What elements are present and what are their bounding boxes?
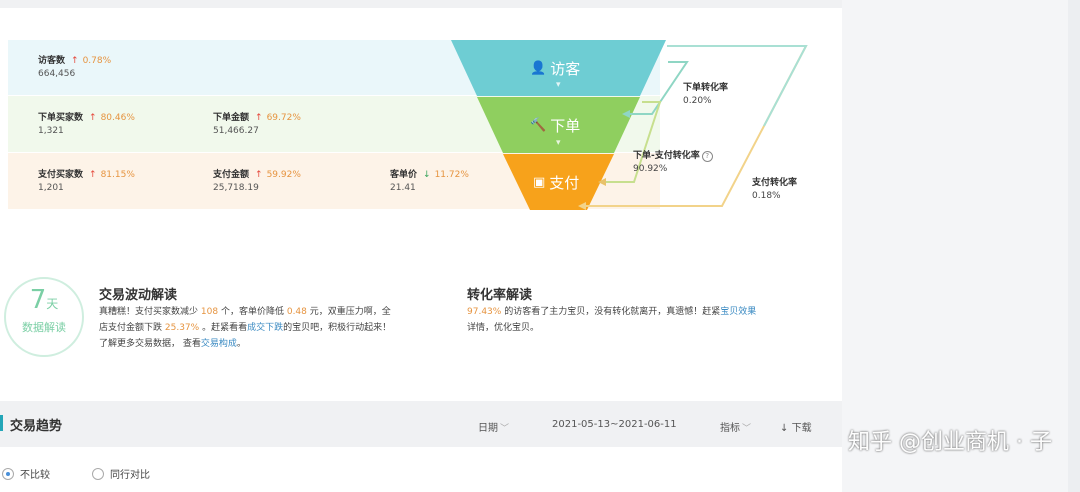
pay-rate-value: 0.18% [752, 191, 781, 201]
download-icon: ↓ [780, 423, 789, 434]
trend-accent-bar [0, 415, 3, 431]
trend-title: 交易趋势 [10, 419, 63, 434]
scrollbar-track[interactable] [1068, 0, 1080, 492]
radio-unchecked-icon [92, 467, 104, 480]
badge-number: 7天 [29, 285, 59, 315]
order-pay-rate-value: 90.92% [633, 164, 668, 174]
radio-checked-icon [2, 467, 14, 480]
trade-analysis-title: 交易波动解读 [99, 288, 178, 303]
hammer-icon: 🔨 [530, 118, 547, 133]
download-button[interactable]: ↓ 下载 [780, 419, 812, 434]
pay-conversion: 支付转化率 0.18% [752, 177, 797, 203]
visitor-view-pct: 97.43% [467, 307, 502, 317]
help-icon[interactable]: ? [701, 151, 713, 162]
funnel-stage-visitor: 👤 访客 [530, 60, 581, 78]
conversion-analysis-title: 转化率解读 [467, 288, 533, 303]
trade-analysis-text: 真糟糕！支付买家数减少 108 个，客单价降低 0.48 元，双重压力啊，全 店… [99, 307, 392, 349]
radio-peer-compare[interactable]: 同行对比 [92, 466, 150, 481]
pay-rate-label: 支付转化率 [752, 178, 798, 188]
order-rate-label: 下单转化率 [683, 83, 729, 93]
seven-day-badge: 7天 数据解读 [4, 277, 84, 357]
order-conversion: 下单转化率 0.20% [683, 82, 728, 108]
order-pay-conversion: 下单-支付转化率? 90.92% [633, 150, 713, 176]
user-icon: 👤 [530, 61, 547, 76]
buyers-drop-value: 108 [200, 307, 219, 317]
date-dropdown[interactable]: 日期 ﹀ [478, 419, 509, 434]
trend-header [0, 401, 842, 447]
chevron-down-icon: ▾ [556, 138, 561, 148]
item-effect-link[interactable]: 宝贝效果 [720, 307, 756, 317]
order-pay-rate-label: 下单-支付转化率 [633, 151, 700, 161]
order-rate-value: 0.20% [683, 96, 712, 106]
watermark: 知乎 @创业商机 · 子 [848, 430, 1052, 455]
decline-items-link[interactable]: 成交下跌 [247, 323, 283, 333]
card-icon: ▣ [533, 175, 546, 190]
chevron-down-icon: ﹀ [742, 424, 752, 434]
funnel-stage-pay: ▣ 支付 [533, 174, 580, 192]
chevron-down-icon: ﹀ [500, 424, 510, 434]
metric-dropdown[interactable]: 指标 ﹀ [720, 419, 751, 434]
right-background [842, 0, 1080, 492]
funnel-graphic [451, 40, 808, 210]
radio-no-compare[interactable]: 不比较 [2, 466, 50, 481]
funnel-stage-order: 🔨 下单 [530, 117, 581, 135]
conversion-analysis-text: 97.43% 的访客看了主力宝贝，没有转化就离开，真遗憾！赶紧宝贝效果 详情，优… [467, 307, 757, 333]
chevron-down-icon: ▾ [556, 80, 561, 90]
amount-drop-value: 25.37% [164, 323, 200, 333]
price-drop-value: 0.48 [286, 307, 307, 317]
date-range[interactable]: 2021-05-13~2021-06-11 [552, 419, 677, 430]
trade-composition-link[interactable]: 交易构成 [201, 339, 237, 349]
badge-caption: 数据解读 [22, 321, 66, 334]
badge-unit: 天 [46, 297, 59, 311]
